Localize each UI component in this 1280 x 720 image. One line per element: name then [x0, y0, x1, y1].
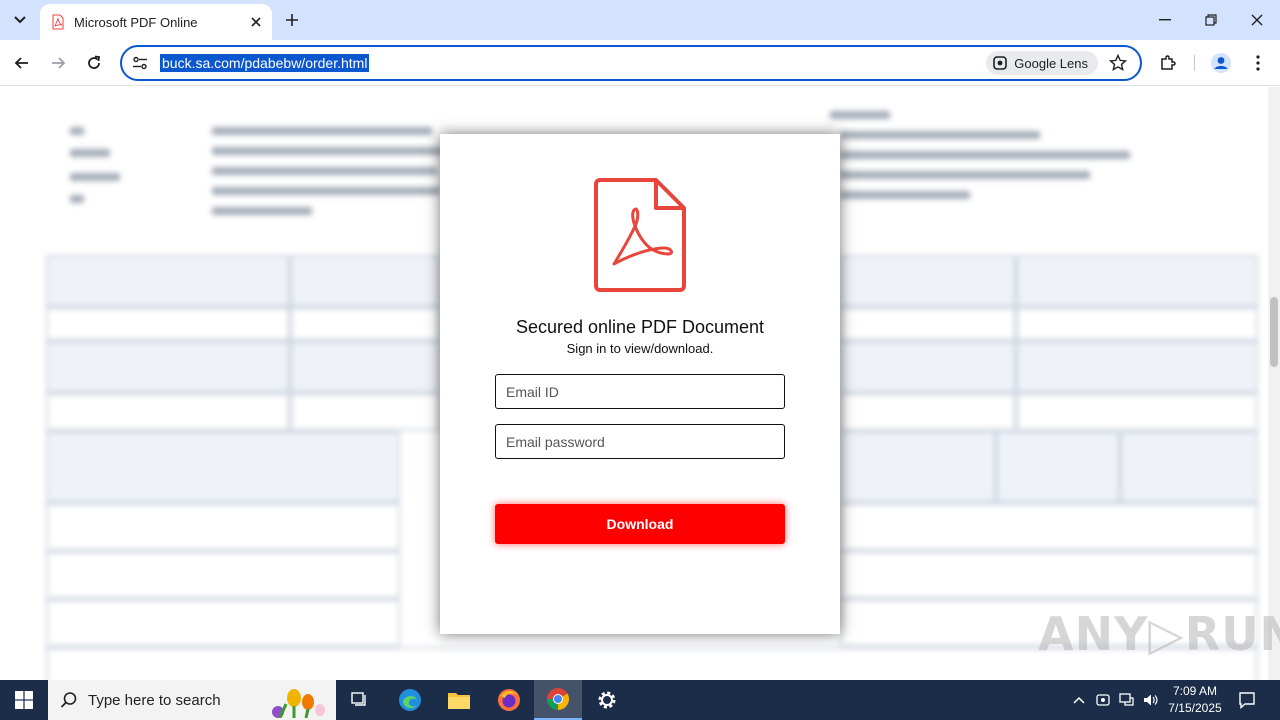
firefox-taskbar-icon[interactable]	[485, 680, 533, 720]
chrome-taskbar-icon[interactable]	[534, 680, 582, 720]
taskbar-search-box[interactable]: Type here to search	[48, 680, 336, 720]
meet-now-tray[interactable]	[1092, 680, 1114, 720]
task-view-button[interactable]	[336, 680, 384, 720]
clock-date: 7/15/2025	[1168, 701, 1222, 715]
lens-icon	[993, 56, 1008, 70]
plus-icon	[286, 14, 298, 26]
forward-button[interactable]	[44, 49, 72, 77]
close-icon	[251, 17, 261, 27]
search-icon	[60, 692, 77, 708]
back-button[interactable]	[8, 49, 36, 77]
toolbar-divider	[1194, 55, 1195, 71]
download-button[interactable]: Download	[495, 504, 785, 544]
google-lens-label: Google Lens	[1014, 55, 1088, 71]
profile-button[interactable]	[1207, 49, 1235, 77]
windows-logo-icon	[15, 691, 33, 709]
window-close-button[interactable]	[1234, 0, 1280, 40]
show-hidden-icons-button[interactable]	[1068, 680, 1090, 720]
site-info-button[interactable]	[126, 49, 154, 77]
url-text[interactable]: buck.sa.com/pdabebw/order.html	[160, 54, 370, 72]
tab-strip: Microsoft PDF Online	[0, 0, 1280, 40]
settings-taskbar-icon[interactable]	[583, 680, 631, 720]
avatar-icon	[1211, 53, 1231, 73]
arrow-left-icon	[14, 57, 28, 69]
file-explorer-taskbar-icon[interactable]	[435, 680, 483, 720]
menu-button[interactable]	[1244, 49, 1272, 77]
tune-icon	[133, 56, 147, 70]
windows-taskbar: Type here to search 7:09 AM 7/15/2025	[0, 680, 1280, 720]
page-scrollbar[interactable]	[1268, 87, 1280, 680]
modal-title: Secured online PDF Document	[515, 317, 765, 337]
arrow-right-icon	[52, 57, 66, 69]
edge-taskbar-icon[interactable]	[386, 680, 434, 720]
minimize-icon	[1159, 19, 1171, 21]
network-vpn-icon	[1096, 694, 1110, 706]
star-icon	[1109, 54, 1127, 72]
login-modal: Secured online PDF Document Sign in to v…	[440, 134, 840, 634]
more-vert-icon	[1256, 55, 1260, 71]
chrome-icon	[547, 688, 569, 710]
tab-active[interactable]: Microsoft PDF Online	[40, 4, 272, 40]
restore-icon	[1205, 14, 1217, 26]
taskbar-clock[interactable]: 7:09 AM 7/15/2025	[1162, 683, 1228, 717]
notifications-button[interactable]	[1232, 680, 1262, 720]
scrollbar-thumb[interactable]	[1270, 297, 1278, 367]
anyrun-watermark: ANY▷RUN	[1038, 607, 1280, 661]
extensions-button[interactable]	[1154, 49, 1182, 77]
tab-title: Microsoft PDF Online	[74, 14, 198, 30]
clock-time: 7:09 AM	[1172, 684, 1218, 698]
page-content: Secured online PDF Document Sign in to v…	[0, 87, 1280, 680]
pdf-document-icon	[594, 178, 686, 292]
volume-tray[interactable]	[1140, 680, 1162, 720]
minimize-button[interactable]	[1142, 0, 1188, 40]
modal-subtitle: Sign in to view/download.	[566, 341, 714, 356]
bookmark-button[interactable]	[1106, 51, 1130, 75]
speaker-icon	[1144, 694, 1158, 706]
chevron-up-icon	[1073, 696, 1085, 704]
chevron-down-icon	[14, 16, 26, 24]
gear-icon	[598, 691, 616, 709]
flowers-illustration-icon	[272, 689, 325, 718]
email-field[interactable]	[495, 374, 785, 409]
folder-icon	[448, 693, 470, 709]
password-field[interactable]	[495, 424, 785, 459]
pdf-favicon-icon	[52, 14, 64, 30]
address-bar[interactable]: buck.sa.com/pdabebw/order.html Google Le…	[120, 45, 1142, 81]
google-lens-button[interactable]: Google Lens	[986, 51, 1098, 75]
start-button[interactable]	[0, 680, 48, 720]
browser-window: Microsoft PDF Online buck.sa.com/pdabebw…	[0, 0, 1280, 680]
reload-button[interactable]	[80, 49, 108, 77]
close-icon	[1251, 14, 1263, 26]
new-tab-button[interactable]	[280, 8, 304, 32]
browser-toolbar: buck.sa.com/pdabebw/order.html Google Le…	[0, 40, 1280, 86]
network-tray[interactable]	[1116, 680, 1138, 720]
task-view-icon	[351, 692, 366, 706]
restore-button[interactable]	[1188, 0, 1234, 40]
ethernet-icon	[1119, 693, 1134, 706]
taskbar-search-placeholder: Type here to search	[88, 691, 221, 709]
tab-close-button[interactable]	[246, 12, 266, 32]
reload-icon	[88, 55, 101, 69]
firefox-icon	[498, 689, 520, 711]
puzzle-icon	[1161, 55, 1176, 70]
edge-icon	[399, 689, 421, 711]
tab-search-button[interactable]	[6, 6, 34, 34]
notification-icon	[1239, 692, 1255, 709]
